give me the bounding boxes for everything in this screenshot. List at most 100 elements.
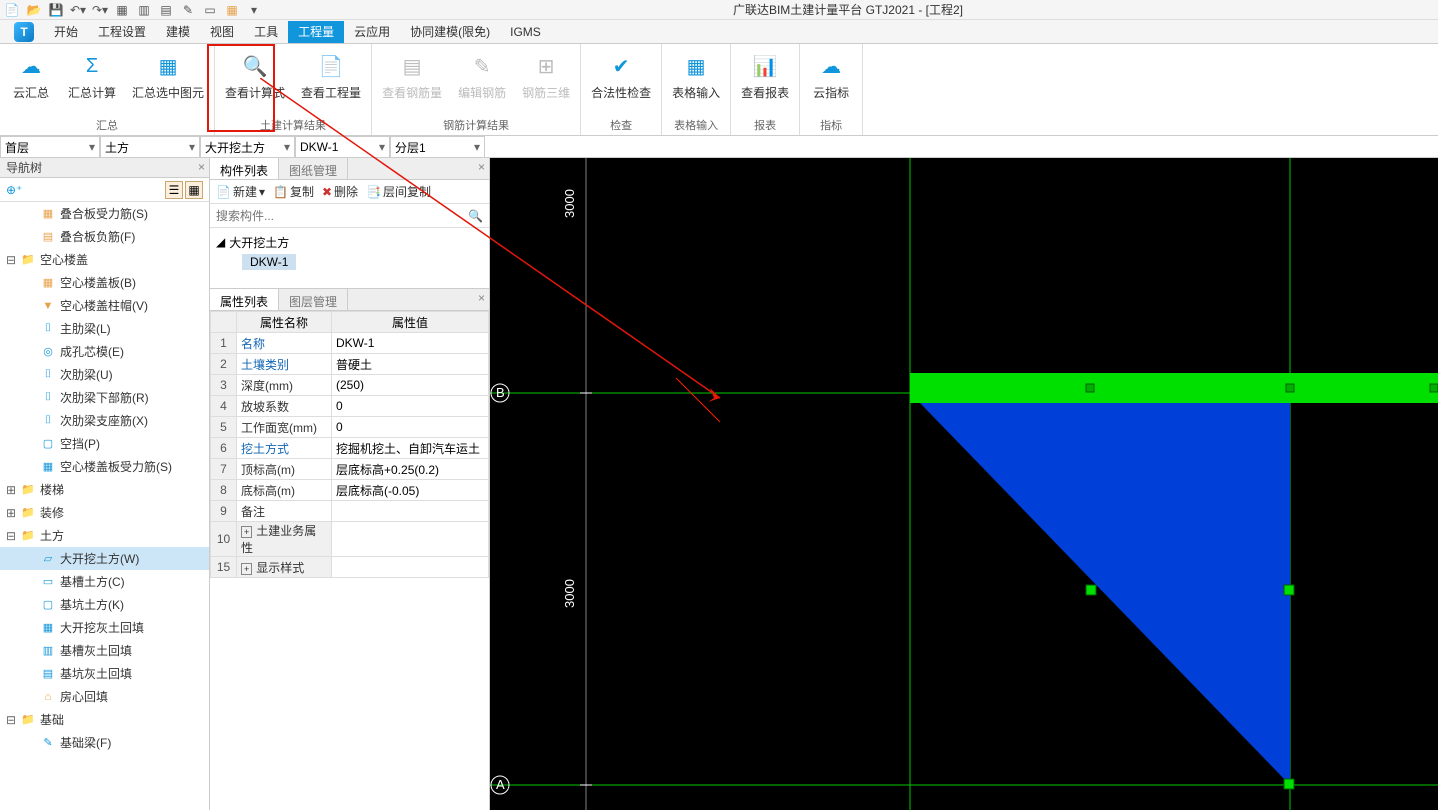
view-grid-icon[interactable]: ▦	[185, 181, 203, 199]
menu-tab[interactable]: 云应用	[344, 21, 400, 43]
tab-component-list[interactable]: 构件列表	[210, 158, 279, 179]
menu-tab[interactable]: 工程设置	[88, 21, 156, 43]
qat-dropdown-icon[interactable]: ▾	[246, 2, 262, 18]
instance-select[interactable]: DKW-1	[295, 136, 390, 158]
property-row[interactable]: 15+显示样式	[211, 557, 489, 578]
menu-tab[interactable]: 工程量	[288, 21, 344, 43]
tree-item[interactable]: ▤基坑灰土回填	[0, 662, 209, 685]
tool1-icon[interactable]: ▦	[114, 2, 130, 18]
ribbon-doc-mag-button[interactable]: 📄查看工程量	[297, 48, 365, 115]
category-select[interactable]: 土方	[100, 136, 200, 158]
layer-copy-button[interactable]: 📑 层间复制	[366, 183, 431, 200]
tree-item[interactable]: ▦空心楼盖板受力筋(S)	[0, 455, 209, 478]
close-icon[interactable]: ×	[198, 160, 205, 174]
expand-icon[interactable]: ⊟	[6, 253, 16, 267]
close-icon[interactable]: ×	[478, 160, 485, 174]
wall-element[interactable]	[910, 373, 1438, 403]
component-list[interactable]: ◢大开挖土方 DKW-1	[210, 228, 489, 288]
tree-item[interactable]: ▦大开挖灰土回填	[0, 616, 209, 639]
redo-icon[interactable]: ↷▾	[92, 2, 108, 18]
property-row[interactable]: 6挖土方式挖掘机挖土、自卸汽车运土	[211, 438, 489, 459]
menu-tab[interactable]: IGMS	[500, 21, 551, 43]
tree-item[interactable]: ⊞📁楼梯	[0, 478, 209, 501]
app-logo[interactable]: T	[4, 21, 44, 43]
ribbon-sigma-button[interactable]: Σ汇总计算	[64, 48, 120, 115]
tool2-icon[interactable]: ▥	[136, 2, 152, 18]
tree-item[interactable]: ▢基坑土方(K)	[0, 593, 209, 616]
tree-item[interactable]: ▢空挡(P)	[0, 432, 209, 455]
menu-tab[interactable]: 建模	[156, 21, 200, 43]
component-select[interactable]: 大开挖土方	[200, 136, 295, 158]
floor-select[interactable]: 首层	[0, 136, 100, 158]
add-icon[interactable]: ⊕⁺	[6, 183, 22, 197]
ribbon-calc-mag-button[interactable]: 🔍查看计算式	[221, 48, 289, 115]
tree-item[interactable]: ✎基础梁(F)	[0, 731, 209, 754]
property-row[interactable]: 5工作面宽(mm)0	[211, 417, 489, 438]
new-button[interactable]: 📄 新建 ▾	[216, 183, 265, 200]
ribbon-cloud-button[interactable]: ☁云汇总	[6, 48, 56, 115]
property-row[interactable]: 1名称DKW-1	[211, 333, 489, 354]
undo-icon[interactable]: ↶▾	[70, 2, 86, 18]
tool4-icon[interactable]: ✎	[180, 2, 196, 18]
ribbon-grid-button[interactable]: ▦汇总选中图元	[128, 48, 208, 115]
tree-item[interactable]: ◎成孔芯模(E)	[0, 340, 209, 363]
property-row[interactable]: 10+土建业务属性	[211, 522, 489, 557]
tool6-icon[interactable]: ▦	[224, 2, 240, 18]
tool3-icon[interactable]: ▤	[158, 2, 174, 18]
menu-tab[interactable]: 协同建模(限免)	[400, 21, 500, 43]
layer-select[interactable]: 分层1	[390, 136, 485, 158]
tree-item[interactable]: ▥基槽灰土回填	[0, 639, 209, 662]
property-row[interactable]: 8底标高(m)层底标高(-0.05)	[211, 480, 489, 501]
new-icon[interactable]: 📄	[4, 2, 20, 18]
property-row[interactable]: 7顶标高(m)层底标高+0.25(0.2)	[211, 459, 489, 480]
tree-item[interactable]: ▦空心楼盖板(B)	[0, 271, 209, 294]
search-icon[interactable]: 🔍	[468, 209, 483, 223]
expand-icon[interactable]: ⊞	[6, 483, 16, 497]
ribbon-check-button[interactable]: ✔合法性检查	[587, 48, 655, 115]
view-list-icon[interactable]: ☰	[165, 181, 183, 199]
tree-item[interactable]: ▭基槽土方(C)	[0, 570, 209, 593]
list-item[interactable]: DKW-1	[242, 252, 483, 272]
expand-icon[interactable]: ⊟	[6, 529, 16, 543]
tree-item[interactable]: ▦叠合板受力筋(S)	[0, 202, 209, 225]
ribbon-cloud-chart-button[interactable]: ☁云指标	[806, 48, 856, 115]
copy-button[interactable]: 📋 复制	[273, 183, 314, 200]
earthwork-element[interactable]	[920, 403, 1290, 785]
tree-item[interactable]: ⌂房心回填	[0, 685, 209, 708]
tree-item[interactable]: ⌷次肋梁(U)	[0, 363, 209, 386]
tree-item[interactable]: ▱大开挖土方(W)	[0, 547, 209, 570]
tab-layers[interactable]: 图层管理	[279, 289, 348, 310]
property-row[interactable]: 4放坡系数0	[211, 396, 489, 417]
list-group[interactable]: ◢大开挖土方	[216, 232, 483, 252]
open-icon[interactable]: 📂	[26, 2, 42, 18]
tree-item[interactable]: ⌷主肋梁(L)	[0, 317, 209, 340]
nav-tree[interactable]: ▦叠合板受力筋(S)▤叠合板负筋(F)⊟📁空心楼盖▦空心楼盖板(B)▼空心楼盖柱…	[0, 202, 209, 810]
ribbon-report-button[interactable]: 📊查看报表	[737, 48, 793, 115]
expand-icon[interactable]: ⊟	[6, 713, 16, 727]
tree-item[interactable]: ⊟📁土方	[0, 524, 209, 547]
tree-item[interactable]: ⊟📁空心楼盖	[0, 248, 209, 271]
property-row[interactable]: 2土壤类别普硬土	[211, 354, 489, 375]
tool5-icon[interactable]: ▭	[202, 2, 218, 18]
tree-item[interactable]: ▤叠合板负筋(F)	[0, 225, 209, 248]
tree-item[interactable]: ⊟📁基础	[0, 708, 209, 731]
drawing-viewport[interactable]: B A 3000 3000	[490, 158, 1438, 810]
menu-tab[interactable]: 视图	[200, 21, 244, 43]
tab-drawing-mgmt[interactable]: 图纸管理	[279, 158, 348, 179]
ribbon-table-button[interactable]: ▦表格输入	[668, 48, 724, 115]
tree-item[interactable]: ⌷次肋梁下部筋(R)	[0, 386, 209, 409]
tree-item[interactable]: ⊞📁装修	[0, 501, 209, 524]
property-row[interactable]: 3深度(mm)(250)	[211, 375, 489, 396]
close-icon[interactable]: ×	[478, 291, 485, 305]
tree-item[interactable]: ⌷次肋梁支座筋(X)	[0, 409, 209, 432]
delete-button[interactable]: ✖ 删除	[322, 183, 358, 200]
expand-icon[interactable]: ⊞	[6, 506, 16, 520]
search-input[interactable]	[216, 209, 468, 223]
tab-properties[interactable]: 属性列表	[210, 289, 279, 310]
tree-item[interactable]: ▼空心楼盖柱帽(V)	[0, 294, 209, 317]
property-table[interactable]: 属性名称 属性值 1名称DKW-12土壤类别普硬土3深度(mm)(250)4放坡…	[210, 311, 489, 810]
save-icon[interactable]: 💾	[48, 2, 64, 18]
menu-tab[interactable]: 开始	[44, 21, 88, 43]
menu-tab[interactable]: 工具	[244, 21, 288, 43]
property-row[interactable]: 9备注	[211, 501, 489, 522]
